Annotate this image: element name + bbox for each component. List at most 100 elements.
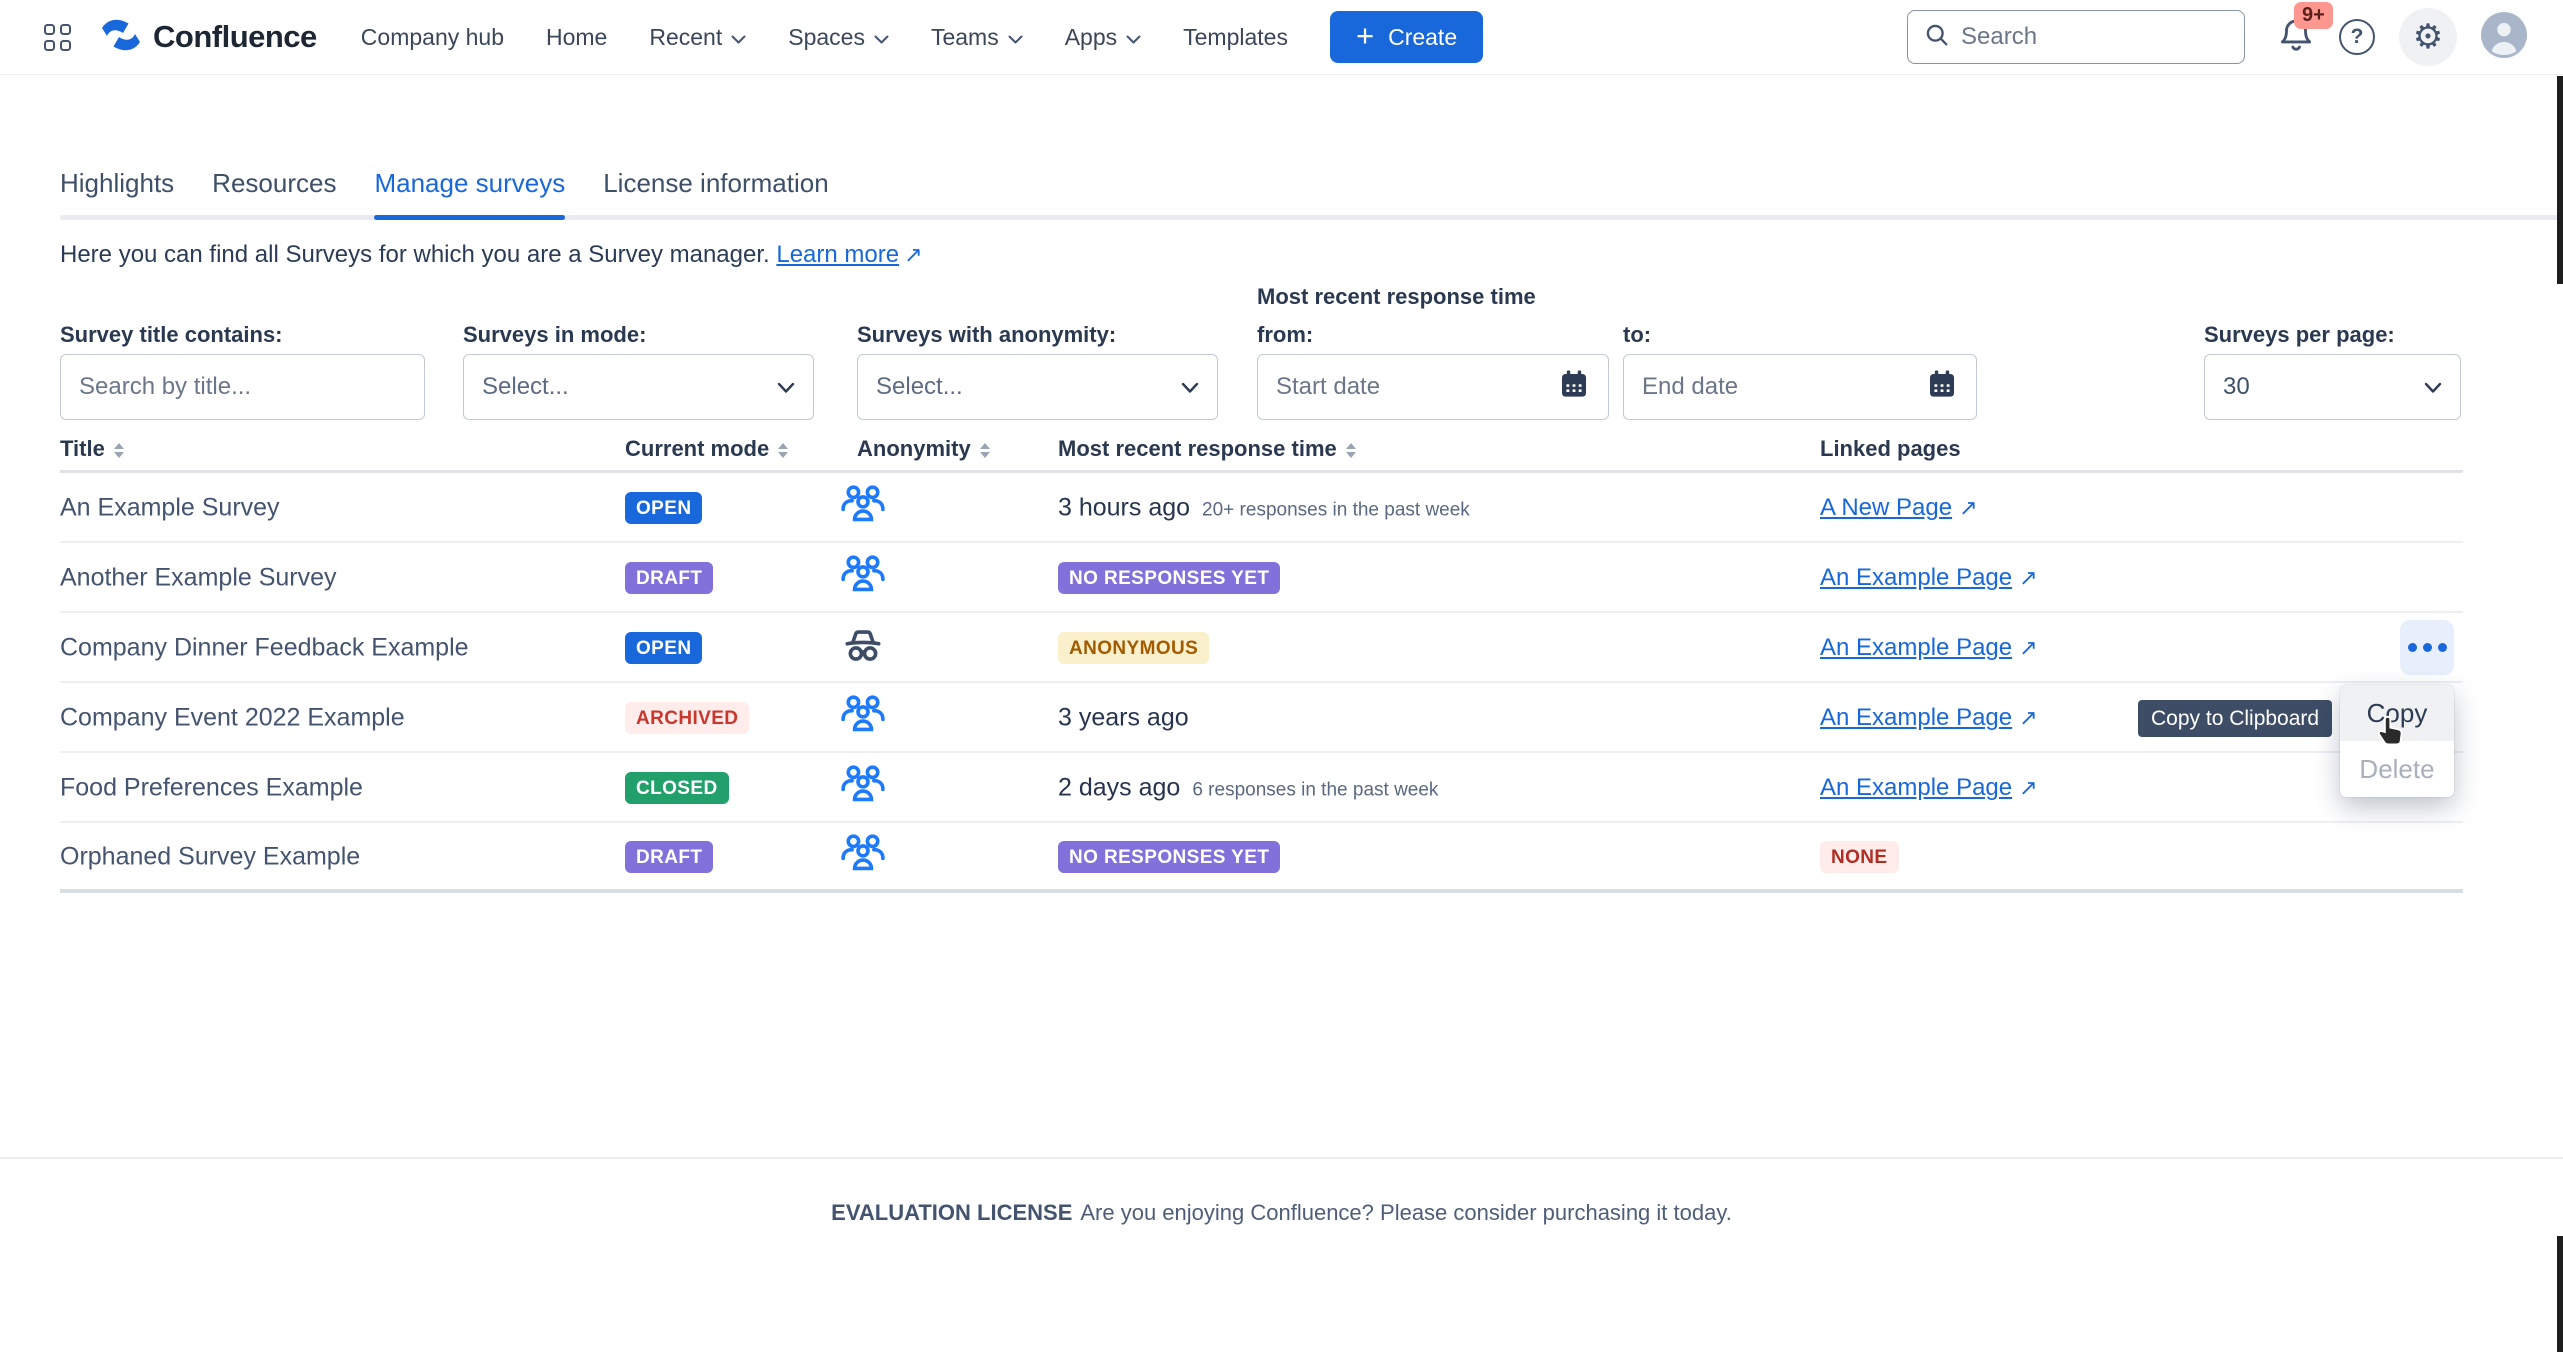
survey-row: Orphaned Survey Example DRAFT NO RESPONS…	[60, 825, 2463, 893]
nav-spaces[interactable]: Spaces	[788, 24, 889, 51]
nav-templates[interactable]: Templates	[1183, 24, 1288, 51]
people-group-icon	[840, 554, 886, 603]
per-page-filter-label: Surveys per page:	[2204, 322, 2395, 348]
survey-row: An Example Survey OPEN 3 hours ago20+ re…	[60, 475, 2463, 543]
mode-badge: DRAFT	[625, 562, 713, 594]
external-link-icon: ↗	[904, 242, 922, 267]
column-header-current-mode[interactable]: Current mode	[625, 436, 788, 462]
survey-row: Food Preferences Example CLOSED 2 days a…	[60, 755, 2463, 823]
survey-row: Company Dinner Feedback Example OPEN ANO…	[60, 615, 2463, 683]
survey-title: Company Event 2022 Example	[60, 704, 405, 733]
nav-home[interactable]: Home	[546, 24, 607, 51]
from-filter-label: from:	[1257, 322, 1313, 348]
profile-avatar[interactable]	[2481, 12, 2527, 63]
anonymity-filter-select[interactable]: Select...	[857, 354, 1218, 420]
sort-icon	[1346, 443, 1356, 458]
confluence-manage-surveys-page: Confluence Company hub Home Recent Space…	[0, 0, 2563, 1352]
settings-button[interactable]: ⚙	[2399, 8, 2457, 66]
intro-text: Here you can find all Surveys for which …	[60, 241, 923, 269]
notifications-button[interactable]: 9+	[2277, 16, 2315, 59]
column-header-anonymity[interactable]: Anonymity	[857, 436, 990, 462]
people-group-icon	[840, 833, 886, 882]
nav-company-hub[interactable]: Company hub	[361, 24, 504, 51]
search-icon	[1923, 21, 1951, 54]
copy-tooltip: Copy to Clipboard	[2138, 700, 2332, 737]
survey-title: Food Preferences Example	[60, 774, 363, 803]
linked-page-link[interactable]: An Example Page	[1820, 634, 2012, 661]
scrollbar-thumb[interactable]	[2557, 76, 2563, 284]
external-link-icon: ↗	[2019, 635, 2037, 660]
chevron-down-icon	[731, 24, 746, 51]
search-input[interactable]	[1961, 23, 2229, 51]
sort-icon	[778, 443, 788, 458]
people-group-icon	[840, 694, 886, 743]
linked-page-link[interactable]: An Example Page	[1820, 564, 2012, 591]
mode-filter-select[interactable]: Select...	[463, 354, 814, 420]
tab-resources[interactable]: Resources	[212, 168, 336, 220]
to-date-box	[1623, 354, 1977, 420]
none-badge: NONE	[1820, 841, 1899, 873]
learn-more-link[interactable]: Learn more	[776, 241, 899, 268]
top-nav-bar: Confluence Company hub Home Recent Space…	[0, 0, 2563, 75]
mode-badge: OPEN	[625, 492, 702, 524]
bell-icon	[2277, 41, 2315, 58]
response-time-group-label: Most recent response time	[1257, 284, 1536, 310]
app-switcher-icon[interactable]	[44, 24, 71, 51]
brand-name: Confluence	[153, 19, 317, 55]
scrollbar-segment[interactable]	[2557, 1236, 2563, 1352]
title-filter-label: Survey title contains:	[60, 322, 283, 348]
main-navigation: Company hub Home Recent Spaces Teams App…	[361, 24, 1288, 51]
column-header-response-time[interactable]: Most recent response time	[1058, 436, 1356, 462]
from-date-input[interactable]	[1276, 373, 1558, 401]
to-date-input[interactable]	[1642, 373, 1926, 401]
chevron-down-icon	[1181, 373, 1199, 401]
title-filter-input[interactable]	[79, 373, 406, 401]
sort-icon	[114, 443, 124, 458]
tab-license-information[interactable]: License information	[603, 168, 828, 220]
linked-page-link[interactable]: An Example Page	[1820, 774, 2012, 801]
column-header-linked-pages: Linked pages	[1820, 436, 1961, 462]
response-time: 3 years ago	[1058, 704, 1189, 733]
linked-page-link[interactable]: An Example Page	[1820, 704, 2012, 731]
external-link-icon: ↗	[2019, 775, 2037, 800]
tab-manage-surveys[interactable]: Manage surveys	[374, 168, 565, 220]
create-button[interactable]: + Create	[1330, 11, 1483, 63]
nav-recent[interactable]: Recent	[649, 24, 746, 51]
response-count: 6 responses in the past week	[1192, 780, 1438, 802]
sort-icon	[980, 443, 990, 458]
nav-teams[interactable]: Teams	[931, 24, 1023, 51]
mode-badge: CLOSED	[625, 772, 729, 804]
more-actions-button[interactable]	[2400, 620, 2454, 675]
external-link-icon: ↗	[1959, 495, 1977, 520]
question-mark-icon: ?	[2351, 25, 2364, 49]
nav-apps[interactable]: Apps	[1065, 24, 1141, 51]
calendar-icon[interactable]	[1926, 368, 1958, 407]
people-group-icon	[840, 484, 886, 533]
survey-title: Another Example Survey	[60, 564, 337, 593]
per-page-select[interactable]: 30	[2204, 354, 2461, 420]
anonymity-filter-label: Surveys with anonymity:	[857, 322, 1116, 348]
mode-badge: DRAFT	[625, 841, 713, 873]
survey-title: Orphaned Survey Example	[60, 843, 360, 872]
column-header-title[interactable]: Title	[60, 436, 124, 462]
chevron-down-icon	[1126, 24, 1141, 51]
page-tabs: Highlights Resources Manage surveys Lice…	[0, 168, 2563, 220]
survey-row: Another Example Survey DRAFT NO RESPONSE…	[60, 545, 2463, 613]
footer-divider	[0, 1157, 2563, 1159]
gear-icon: ⚙	[2413, 20, 2443, 54]
notification-count-badge: 9+	[2294, 2, 2333, 29]
chevron-down-icon	[777, 373, 795, 401]
response-time: 2 days ago	[1058, 774, 1180, 803]
tab-highlights[interactable]: Highlights	[60, 168, 174, 220]
survey-title: Company Dinner Feedback Example	[60, 634, 469, 663]
linked-page-link[interactable]: A New Page	[1820, 494, 1952, 521]
external-link-icon: ↗	[2019, 565, 2037, 590]
mode-filter-label: Surveys in mode:	[463, 322, 646, 348]
confluence-logo[interactable]: Confluence	[99, 15, 317, 60]
to-filter-label: to:	[1623, 322, 1651, 348]
response-badge: NO RESPONSES YET	[1058, 841, 1280, 873]
calendar-icon[interactable]	[1558, 368, 1590, 407]
search-box[interactable]	[1907, 10, 2245, 64]
help-button[interactable]: ?	[2339, 19, 2375, 55]
mouse-cursor	[2376, 714, 2406, 753]
